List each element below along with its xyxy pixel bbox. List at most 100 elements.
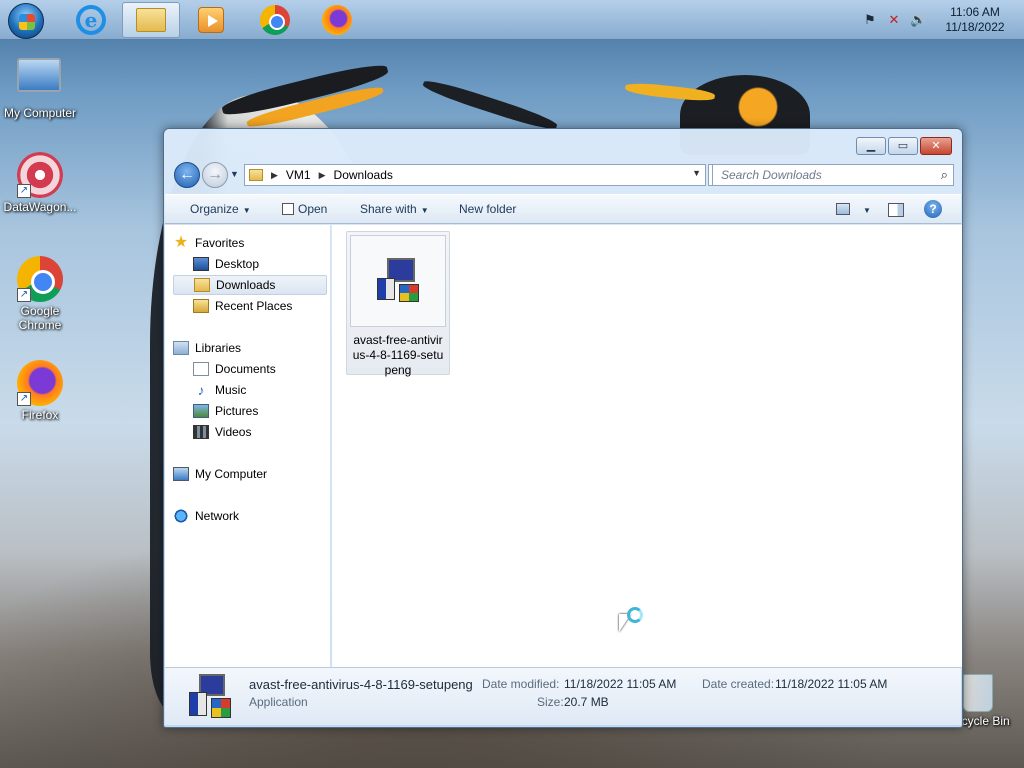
chrome-icon xyxy=(260,5,290,35)
nav-desktop[interactable]: Desktop xyxy=(193,254,327,274)
search-placeholder: Search Downloads xyxy=(721,168,822,182)
share-with-button[interactable]: Share with ▼ xyxy=(360,202,429,216)
recycle-bin-icon xyxy=(963,674,993,712)
chevron-down-icon: ▼ xyxy=(863,206,871,215)
explorer-window: ▁ ▭ ✕ ← → ▼ ▶ VM1 ▶ Downloads ▼ ⟳ Search… xyxy=(163,128,963,728)
nav-favorites[interactable]: ★ Favorites xyxy=(173,233,327,253)
help-icon[interactable]: ? xyxy=(924,200,942,218)
details-file-type: Application xyxy=(249,695,308,709)
file-name: avast-free-antivir us-4-8-1169-setu peng xyxy=(347,327,449,378)
nav-label: Music xyxy=(215,383,247,397)
organize-label: Organize xyxy=(190,202,239,216)
details-pane: avast-free-antivirus-4-8-1169-setupeng A… xyxy=(165,667,961,725)
breadcrumb-separator-icon[interactable]: ▶ xyxy=(319,170,326,181)
new-folder-label: New folder xyxy=(459,202,517,216)
nav-label: Libraries xyxy=(195,341,242,355)
search-input[interactable]: Search Downloads ⌕ xyxy=(712,164,954,186)
nav-videos[interactable]: Videos xyxy=(193,422,327,442)
search-icon: ⌕ xyxy=(940,167,948,182)
minimize-button[interactable]: ▁ xyxy=(856,137,886,155)
desktop-icon-firefox[interactable]: ↗ Firefox xyxy=(0,360,80,422)
clock[interactable]: 11:06 AM 11/18/2022 xyxy=(934,5,1016,35)
nav-libraries[interactable]: Libraries xyxy=(173,338,327,358)
nav-my-computer[interactable]: My Computer xyxy=(173,464,327,484)
open-label: Open xyxy=(298,202,328,216)
file-name-line: avast-free-antivir xyxy=(353,333,443,347)
network-disconnected-icon[interactable]: ✕ xyxy=(886,12,902,28)
window-caption-buttons: ▁ ▭ ✕ xyxy=(854,137,952,155)
nav-music[interactable]: ♪ Music xyxy=(193,380,327,400)
date-created-value: 11/18/2022 11:05 AM xyxy=(775,677,888,691)
maximize-button[interactable]: ▭ xyxy=(888,137,918,155)
share-with-label: Share with xyxy=(360,202,417,216)
documents-icon xyxy=(193,362,209,376)
star-icon: ★ xyxy=(173,234,189,251)
nav-network[interactable]: Network xyxy=(173,506,327,526)
preview-pane-icon[interactable] xyxy=(888,203,904,217)
chevron-down-icon: ▼ xyxy=(242,206,251,215)
busy-spinner-icon xyxy=(627,607,643,623)
pictures-icon xyxy=(193,404,209,418)
address-dropdown-icon[interactable]: ▼ xyxy=(692,168,701,178)
nav-label: Pictures xyxy=(215,404,259,418)
firefox-icon xyxy=(322,5,352,35)
details-file-name: avast-free-antivirus-4-8-1169-setupeng xyxy=(249,677,473,692)
folder-icon xyxy=(136,8,166,32)
computer-icon xyxy=(173,467,189,481)
nav-documents[interactable]: Documents xyxy=(193,359,327,379)
open-button[interactable]: Open xyxy=(282,202,327,216)
nav-label: Documents xyxy=(215,362,276,376)
start-button[interactable] xyxy=(8,3,44,39)
breadcrumb-downloads[interactable]: Downloads xyxy=(334,168,393,182)
desktop-icon-label: Firefox xyxy=(21,408,59,422)
close-button[interactable]: ✕ xyxy=(920,137,952,155)
new-folder-button[interactable]: New folder xyxy=(459,202,516,216)
nav-label: Network xyxy=(195,509,240,523)
taskbar-firefox-button[interactable] xyxy=(308,2,366,38)
desktop-icon-my-computer[interactable]: My Computer xyxy=(0,52,80,120)
forward-button[interactable]: → xyxy=(202,162,228,188)
change-view-icon[interactable] xyxy=(836,203,850,215)
videos-icon xyxy=(193,425,209,439)
taskbar-ie-button[interactable]: e xyxy=(62,2,120,38)
firefox-icon: ↗ xyxy=(17,360,63,406)
nav-pictures[interactable]: Pictures xyxy=(193,401,327,421)
music-icon: ♪ xyxy=(197,382,205,398)
taskbar: e ⚑ ✕ 🔊 11:06 AM 11/18/2022 xyxy=(0,0,1024,40)
breadcrumb-vm1[interactable]: VM1 xyxy=(286,168,311,182)
setup-installer-icon xyxy=(377,258,423,306)
recent-pages-dropdown[interactable]: ▼ xyxy=(230,169,240,179)
view-options-dropdown[interactable]: ▼ xyxy=(859,202,871,216)
nav-label: Recent Places xyxy=(215,299,293,313)
address-bar[interactable]: ▶ VM1 ▶ Downloads ▼ xyxy=(244,164,706,186)
volume-icon[interactable]: 🔊 xyxy=(910,12,926,28)
date-modified-label: Date modified: xyxy=(482,677,560,691)
file-name-line: peng xyxy=(384,363,412,377)
organize-button[interactable]: Organize ▼ xyxy=(190,202,251,216)
computer-icon xyxy=(17,58,61,92)
open-icon xyxy=(282,203,294,215)
date-modified-value: 11/18/2022 11:05 AM xyxy=(564,677,677,691)
system-tray: ⚑ ✕ 🔊 11:06 AM 11/18/2022 xyxy=(862,0,1024,40)
taskbar-media-player-button[interactable] xyxy=(182,2,240,38)
desktop-icon-google-chrome[interactable]: ↗ Google Chrome xyxy=(0,256,80,332)
command-bar: Organize ▼ Open Share with ▼ New folder ▼ … xyxy=(165,194,961,224)
nav-downloads[interactable]: Downloads xyxy=(173,275,327,295)
wallpaper-penguin-beak xyxy=(421,76,559,134)
taskbar-chrome-button[interactable] xyxy=(246,2,304,38)
shortcut-arrow-icon: ↗ xyxy=(17,392,31,406)
shortcut-arrow-icon: ↗ xyxy=(17,288,31,302)
nav-label: Downloads xyxy=(216,278,276,292)
breadcrumb-separator-icon[interactable]: ▶ xyxy=(271,170,278,181)
back-button[interactable]: ← xyxy=(174,162,200,188)
nav-recent-places[interactable]: Recent Places xyxy=(193,296,327,316)
nav-label: My Computer xyxy=(195,467,268,481)
taskbar-explorer-button[interactable] xyxy=(122,2,180,38)
size-label: Size: xyxy=(537,695,564,709)
action-center-icon[interactable]: ⚑ xyxy=(862,12,878,28)
shortcut-arrow-icon: ↗ xyxy=(17,184,31,198)
desktop-icon-label: My Computer xyxy=(3,106,77,120)
file-item[interactable]: avast-free-antivir us-4-8-1169-setu peng xyxy=(346,231,450,378)
navigation-pane: ★ Favorites Desktop Downloads Recent Plac… xyxy=(165,225,331,667)
desktop-icon-datawagon[interactable]: ↗ DataWagon... xyxy=(0,152,80,214)
